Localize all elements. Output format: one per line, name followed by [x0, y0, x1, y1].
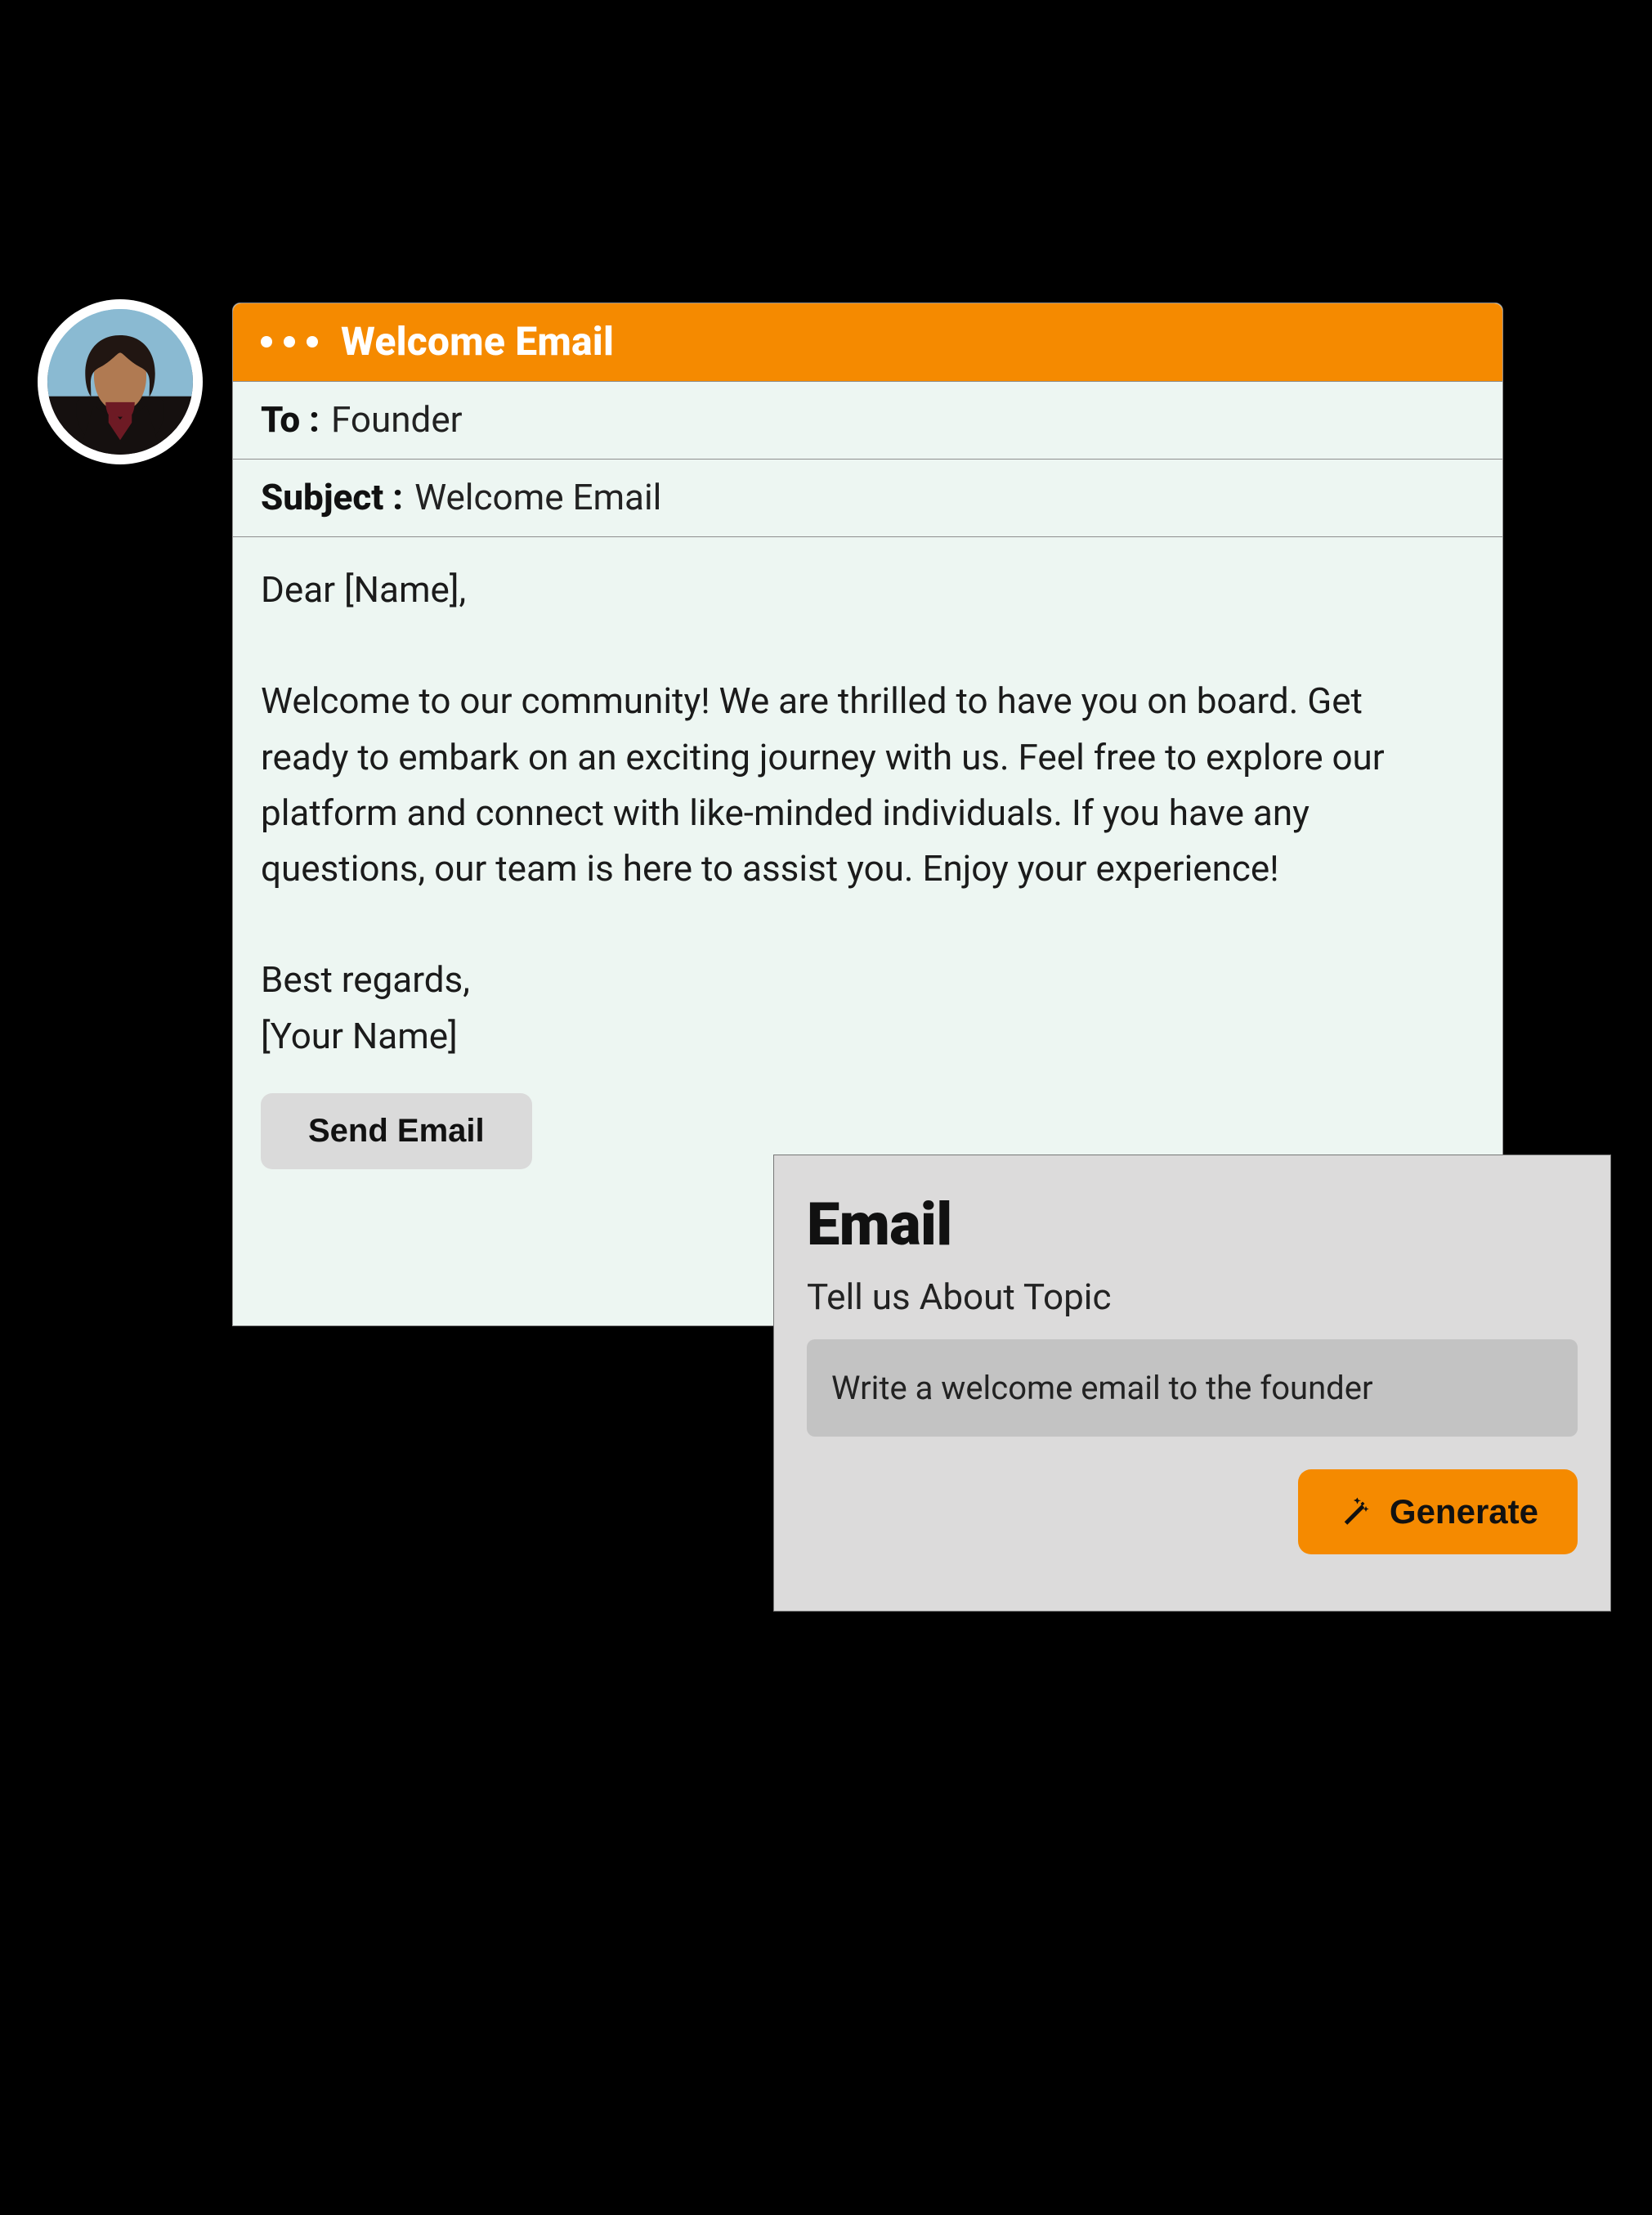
window-dot [284, 336, 295, 347]
subject-value[interactable]: Welcome Email [414, 476, 661, 518]
avatar-image [47, 309, 193, 455]
generate-button[interactable]: Generate [1298, 1469, 1578, 1554]
subject-label: Subject : [261, 476, 403, 518]
window-dot [261, 336, 272, 347]
generate-button-label: Generate [1390, 1492, 1538, 1531]
generate-email-panel: Email Tell us About Topic Generate [773, 1155, 1611, 1612]
prompt-heading: Email [807, 1190, 1578, 1259]
subject-row: Subject : Welcome Email [233, 460, 1502, 537]
window-dot [307, 336, 318, 347]
magic-wand-icon [1337, 1495, 1372, 1529]
email-header-title: Welcome Email [341, 318, 614, 365]
avatar [38, 299, 203, 464]
send-email-button[interactable]: Send Email [261, 1093, 532, 1169]
to-label: To : [261, 398, 320, 441]
to-row: To : Founder [233, 382, 1502, 460]
email-header: Welcome Email [233, 303, 1502, 382]
topic-input[interactable] [807, 1339, 1578, 1437]
to-value[interactable]: Founder [331, 398, 463, 441]
window-dots [261, 336, 318, 347]
email-body[interactable]: Dear [Name], Welcome to our community! W… [233, 537, 1502, 1088]
prompt-subheading: Tell us About Topic [807, 1276, 1578, 1318]
